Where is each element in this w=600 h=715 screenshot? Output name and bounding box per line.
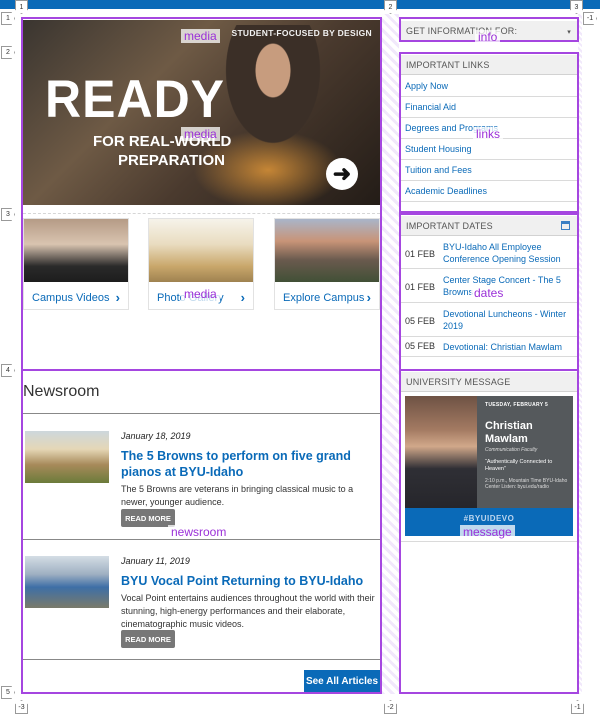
region-label: media: [181, 287, 220, 301]
region-label: info: [475, 30, 501, 44]
region-label: links: [473, 127, 504, 141]
column-marker: -2: [384, 700, 397, 714]
region-label: media: [181, 127, 220, 141]
top-header-bar: [0, 0, 600, 9]
column-marker: -3: [15, 700, 28, 714]
region-label: dates: [471, 286, 507, 300]
row-marker: 2: [1, 46, 15, 59]
column-marker: 3: [570, 0, 583, 14]
column-marker: 1: [15, 0, 28, 14]
column-gutter: [381, 14, 399, 694]
region-label: message: [460, 525, 515, 539]
column-marker: -1: [583, 12, 597, 25]
row-marker: 5: [1, 686, 15, 699]
column-marker: -1: [571, 700, 584, 714]
region-label: newsroom: [168, 525, 230, 539]
column-marker: 2: [384, 0, 397, 14]
row-marker: 3: [1, 208, 15, 221]
row-marker: 1: [1, 12, 15, 25]
region-label: media: [181, 29, 220, 43]
media-region: [21, 17, 382, 371]
row-marker: 4: [1, 364, 15, 377]
